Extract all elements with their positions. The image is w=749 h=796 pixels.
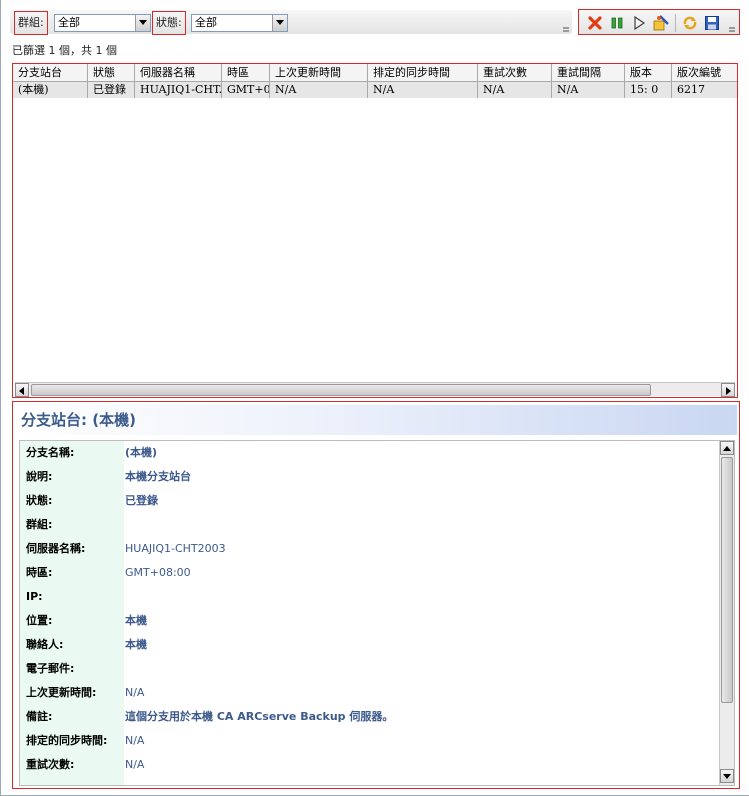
group-filter-select[interactable]: 全部 [54, 14, 151, 32]
detail-label: 群組: [26, 518, 53, 531]
detail-label: 備註: [26, 710, 53, 723]
detail-label: 電子郵件: [26, 662, 75, 675]
table-cell: 已登錄 [88, 82, 135, 98]
detail-label: 聯絡人: [26, 638, 64, 651]
status-filter-label: 狀態: [152, 11, 186, 35]
detail-value: 本機分支站台 [125, 470, 191, 483]
details-panel: 分支站台: (本機) 分支名稱: (本機) 說明: 本機分支站台 狀態: 已登錄… [12, 401, 740, 789]
detail-label: 狀態: [26, 494, 53, 507]
column-header[interactable]: 版次編號 [672, 64, 737, 82]
detail-label: 位置: [26, 614, 53, 627]
detail-row: 位置: 本機 [20, 609, 720, 633]
column-header[interactable]: 時區 [222, 64, 270, 82]
group-filter-value: 全部 [58, 16, 80, 29]
detail-value: 本機 [125, 614, 147, 627]
detail-row: 時區: GMT+08:00 [20, 561, 720, 585]
detail-row: 分支名稱: (本機) [20, 441, 720, 465]
status-filter-select[interactable]: 全部 [191, 14, 288, 32]
scroll-left-icon[interactable] [15, 383, 29, 397]
scroll-down-icon[interactable] [720, 769, 734, 783]
play-icon[interactable] [629, 13, 649, 33]
detail-row: 排定的同步時間: N/A [20, 729, 720, 753]
branch-sites-table: 分支站台 狀態 伺服器名稱 時區 上次更新時間 排定的同步時間 重試次數 重試間… [12, 63, 738, 398]
table-cell: N/A [552, 82, 625, 98]
detail-value: GMT+08:00 [125, 566, 191, 579]
detail-row: 伺服器名稱: HUAJIQ1-CHT2003 [20, 537, 720, 561]
column-header[interactable]: 狀態 [88, 64, 135, 82]
detail-value: N/A [125, 686, 145, 699]
wizard-icon[interactable] [651, 13, 671, 33]
refresh-icon[interactable] [680, 13, 700, 33]
details-title: 分支站台: (本機) [15, 405, 737, 435]
detail-label: 上次更新時間: [26, 686, 97, 699]
detail-value: 這個分支用於本機 CA ARCserve Backup 伺服器。 [125, 710, 394, 723]
pause-icon[interactable] [607, 13, 627, 33]
status-filter-value: 全部 [195, 16, 217, 29]
detail-label: 分支名稱: [26, 446, 75, 459]
table-row[interactable]: (本機) 已登錄 HUAJIQ1-CHT. GMT+0 N/A N/A N/A … [13, 82, 737, 98]
save-icon[interactable] [702, 13, 722, 33]
detail-label: IP: [26, 590, 43, 603]
table-cell: HUAJIQ1-CHT. [135, 82, 222, 98]
details-body: 分支名稱: (本機) 說明: 本機分支站台 狀態: 已登錄 群組: 伺服器名稱:… [19, 440, 735, 786]
horizontal-scrollbar[interactable] [15, 382, 735, 397]
detail-row: 重試次數: N/A [20, 753, 720, 777]
toolbar-grip-icon[interactable] [729, 27, 735, 33]
detail-label: 時區: [26, 566, 53, 579]
detail-value: N/A [125, 734, 145, 747]
detail-label: 排定的同步時間: [26, 734, 108, 747]
column-header[interactable]: 上次更新時間 [270, 64, 368, 82]
detail-row: 聯絡人: 本機 [20, 633, 720, 657]
filter-bar: 群組: 全部 狀態: 全部 [10, 10, 572, 35]
table-cell: GMT+0 [222, 82, 270, 98]
delete-icon[interactable] [585, 13, 605, 33]
filter-status-text: 已篩選 1 個，共 1 個 [12, 44, 117, 57]
detail-label: 伺服器名稱: [26, 542, 86, 555]
detail-value: (本機) [125, 446, 158, 459]
column-header[interactable]: 重試間隔 [552, 64, 625, 82]
detail-row: 上次更新時間: N/A [20, 681, 720, 705]
detail-label: 重試次數: [26, 758, 75, 771]
detail-value: HUAJIQ1-CHT2003 [125, 542, 226, 555]
detail-row: 備註: 這個分支用於本機 CA ARCserve Backup 伺服器。 [20, 705, 720, 729]
detail-row: IP: [20, 585, 720, 609]
table-cell: 6217 [672, 82, 737, 98]
detail-label: 說明: [26, 470, 53, 483]
detail-row: 群組: [20, 513, 720, 537]
chevron-down-icon[interactable] [272, 15, 287, 31]
column-header[interactable]: 分支站台 [13, 64, 88, 82]
detail-row: 狀態: 已登錄 [20, 489, 720, 513]
detail-value: 本機 [125, 638, 147, 651]
toolbar: 群組: 全部 狀態: 全部 [10, 9, 740, 37]
column-header[interactable]: 伺服器名稱 [135, 64, 222, 82]
table-cell: 15: 0 [625, 82, 672, 98]
column-header[interactable]: 排定的同步時間 [368, 64, 478, 82]
scrollbar-thumb[interactable] [721, 457, 733, 703]
scrollbar-thumb[interactable] [31, 384, 651, 396]
table-cell: N/A [478, 82, 552, 98]
column-header[interactable]: 重試次數 [478, 64, 552, 82]
scroll-up-icon[interactable] [720, 441, 734, 455]
column-header[interactable]: 版本 [625, 64, 672, 82]
table-header: 分支站台 狀態 伺服器名稱 時區 上次更新時間 排定的同步時間 重試次數 重試間… [13, 64, 737, 82]
table-cell: (本機) [13, 82, 88, 98]
action-toolbar [578, 9, 740, 35]
detail-value: 已登錄 [125, 494, 158, 507]
scroll-right-icon[interactable] [721, 383, 735, 397]
group-filter-label: 群組: [14, 11, 48, 35]
detail-value: N/A [125, 758, 145, 771]
table-cell: N/A [270, 82, 368, 98]
toolbar-grip-icon[interactable] [563, 27, 569, 33]
vertical-scrollbar[interactable] [719, 441, 734, 785]
detail-row: 說明: 本機分支站台 [20, 465, 720, 489]
table-cell: N/A [368, 82, 478, 98]
toolbar-separator [675, 14, 676, 32]
chevron-down-icon[interactable] [135, 15, 150, 31]
detail-row: 電子郵件: [20, 657, 720, 681]
